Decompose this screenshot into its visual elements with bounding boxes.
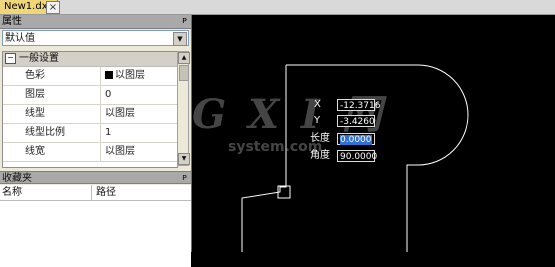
property-value[interactable]: 以图层 — [101, 143, 177, 161]
property-row-linetype-scale[interactable]: 线型比例 1 — [3, 124, 177, 143]
property-value[interactable]: 1 — [101, 124, 177, 142]
scrollbar-thumb[interactable] — [179, 65, 189, 81]
coord-y-input[interactable]: -3.4260 — [337, 115, 375, 127]
chevron-down-icon[interactable]: ▼ — [173, 32, 187, 46]
properties-panel: 属性 ᴘ 默认值 ▼ − 一般设置 色彩 以图层 图层 0 线型 以图层 线型比例… — [0, 15, 192, 267]
color-swatch-icon — [105, 71, 113, 79]
scroll-down-icon[interactable]: ▼ — [178, 153, 190, 165]
column-header-path[interactable]: 路径 — [92, 185, 116, 200]
coord-y-label: Y — [314, 115, 321, 126]
document-tab-strip: New1.dxf × — [0, 0, 555, 15]
property-name: 图层 — [3, 86, 101, 104]
scroll-up-icon[interactable]: ▲ — [178, 52, 190, 64]
group-label: 一般设置 — [19, 53, 59, 64]
property-row-layer[interactable]: 图层 0 — [3, 86, 177, 105]
property-value[interactable]: 以图层 — [101, 105, 177, 123]
angle-input[interactable]: 90.0000 — [337, 150, 377, 162]
close-tab-button[interactable]: × — [46, 1, 60, 14]
coord-x-input[interactable]: -12.3716 — [337, 99, 380, 111]
property-row-lineweight[interactable]: 线宽 以图层 — [3, 143, 177, 162]
length-input-value: 0.0000 — [340, 135, 372, 145]
property-set-select-value: 默认值 — [5, 33, 35, 44]
pin-icon[interactable]: ᴘ — [182, 172, 187, 185]
properties-panel-title: 属性 ᴘ — [0, 15, 191, 29]
property-row-linetype[interactable]: 线型 以图层 — [3, 105, 177, 124]
property-value[interactable]: 0 — [101, 86, 177, 104]
length-label: 长度 — [310, 133, 330, 144]
property-value[interactable]: 以图层 — [101, 67, 177, 85]
property-grid: − 一般设置 色彩 以图层 图层 0 线型 以图层 线型比例 1 线宽 以图层 — [2, 51, 178, 168]
watermark-subtitle: system.com — [228, 139, 323, 155]
coord-x-label: X — [314, 99, 321, 110]
property-name: 线型比例 — [3, 124, 101, 142]
collapse-icon[interactable]: − — [5, 52, 16, 64]
favorites-panel-title: 收藏夹 ᴘ — [0, 171, 191, 184]
angle-label: 角度 — [310, 150, 330, 161]
drawing-canvas[interactable]: G X I 网 system.com X -12.3716 Y -3.4260 … — [192, 15, 555, 252]
column-header-name[interactable]: 名称 — [0, 185, 92, 200]
property-name: 线宽 — [3, 143, 101, 161]
group-general-settings[interactable]: − 一般设置 — [3, 52, 177, 67]
property-name: 线型 — [3, 105, 101, 123]
length-input[interactable]: 0.0000 — [337, 133, 375, 145]
document-tab-title: New1.dxf — [4, 1, 52, 12]
property-value-text: 以图层 — [115, 70, 145, 81]
favorites-list-header: 名称 路径 — [0, 185, 191, 201]
favorites-list[interactable]: 名称 路径 — [0, 185, 191, 267]
favorites-panel-title-label: 收藏夹 — [2, 173, 32, 184]
property-grid-scrollbar[interactable]: ▲ ▼ — [177, 51, 190, 166]
pin-icon[interactable]: ᴘ — [182, 15, 187, 28]
property-row-color[interactable]: 色彩 以图层 — [3, 67, 177, 86]
properties-panel-title-label: 属性 — [2, 16, 22, 27]
close-icon: × — [48, 2, 58, 13]
property-name: 色彩 — [3, 67, 101, 85]
property-set-select[interactable]: 默认值 ▼ — [2, 30, 189, 46]
